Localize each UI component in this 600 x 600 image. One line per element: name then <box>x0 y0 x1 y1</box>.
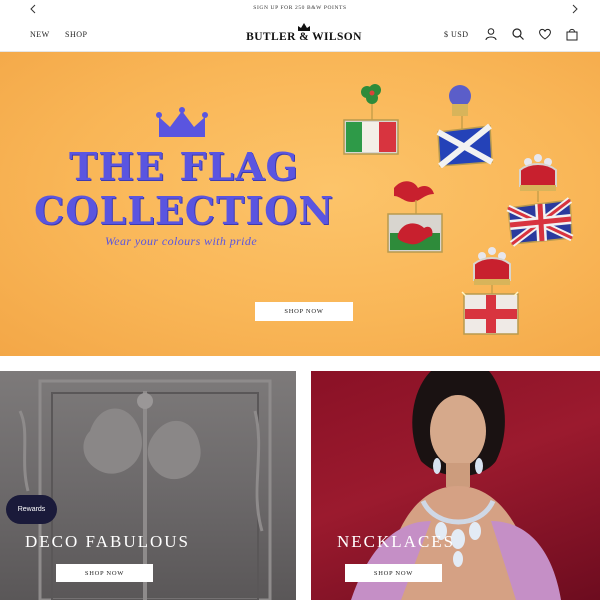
chevron-right-icon <box>572 4 578 14</box>
necklaces-card[interactable]: NECKLACES SHOP NOW <box>311 371 600 600</box>
announcement-message[interactable]: SIGN UP FOR 250 B&W POINTS <box>0 5 600 11</box>
nav-new-link[interactable]: NEW <box>30 30 50 39</box>
wales-flag-earring-image <box>387 181 443 253</box>
hero-title-line1: THE FLAG <box>68 144 299 189</box>
rewards-button[interactable]: Rewards <box>6 495 57 524</box>
currency-selector[interactable]: $ USD <box>444 30 469 39</box>
hero-shop-now-button[interactable]: SHOP NOW <box>255 302 353 321</box>
logo-text: BUTLER & WILSON <box>246 31 362 43</box>
necklaces-shop-now-button[interactable]: SHOP NOW <box>345 564 442 582</box>
scotland-flag-earring-image <box>436 85 494 168</box>
announcement-next-button[interactable] <box>568 2 582 16</box>
england-flag-earring-image <box>461 247 519 335</box>
necklaces-title: NECKLACES <box>337 532 456 551</box>
heart-icon[interactable] <box>538 27 552 41</box>
hero-title-line2: COLLECTION <box>34 188 334 233</box>
site-header: NEW SHOP BUTLER & WILSON $ USD <box>0 18 600 52</box>
brand-logo[interactable]: BUTLER & WILSON <box>242 22 366 46</box>
nav-shop-link[interactable]: SHOP <box>65 30 87 39</box>
hero-tagline: Wear your colours with pride <box>104 234 258 248</box>
deco-fabulous-card[interactable]: DECO FABULOUS SHOP NOW <box>0 371 296 600</box>
announcement-bar: SIGN UP FOR 250 B&W POINTS <box>0 0 600 18</box>
italy-flag-earring-image <box>343 84 399 155</box>
deco-fabulous-shop-now-button[interactable]: SHOP NOW <box>56 564 153 582</box>
union-jack-earring-image <box>506 154 574 247</box>
crown-icon <box>156 107 208 137</box>
bag-icon[interactable] <box>565 27 579 41</box>
hero-banner[interactable]: THE FLAG COLLECTION Wear your colours wi… <box>0 52 600 356</box>
account-icon[interactable] <box>484 27 498 41</box>
search-icon[interactable] <box>511 27 525 41</box>
deco-fabulous-title: DECO FABULOUS <box>25 532 191 551</box>
